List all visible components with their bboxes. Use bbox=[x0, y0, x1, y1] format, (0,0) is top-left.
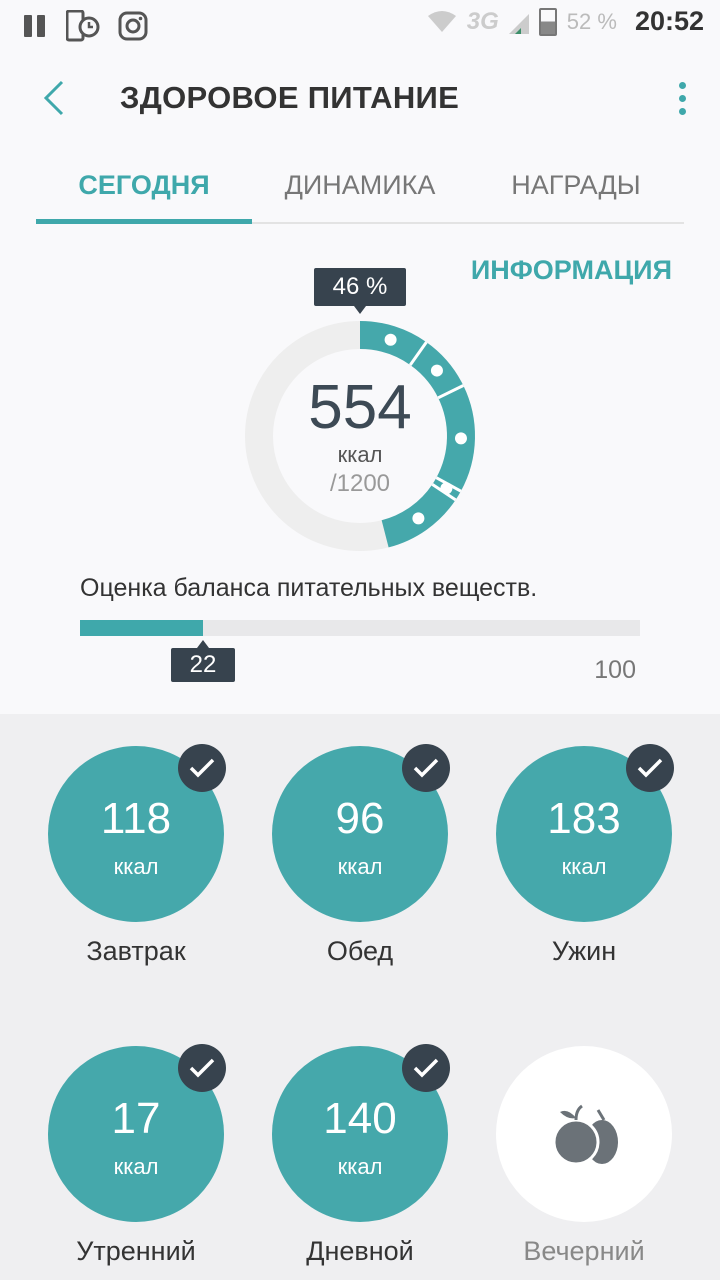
meal-circle[interactable]: 140 ккал bbox=[272, 1044, 450, 1222]
tab-bar: СЕГОДНЯ ДИНАМИКА НАГРАДЫ bbox=[36, 150, 684, 224]
calories-goal: /1200 bbox=[329, 470, 391, 497]
meal-unit: ккал bbox=[113, 1154, 159, 1179]
meal-name: Ужин bbox=[551, 936, 617, 966]
meal-kcal: 183 bbox=[547, 794, 621, 843]
tab-dynamics[interactable]: ДИНАМИКА bbox=[252, 150, 468, 222]
meals-grid: 118 ккал Завтрак 96 ккал Обед 183 ккал У… bbox=[0, 714, 720, 1280]
meal-name: Утренний bbox=[76, 1236, 196, 1266]
meal-circle[interactable]: 118 ккал bbox=[48, 744, 226, 922]
meal-breakfast[interactable]: 118 ккал Завтрак bbox=[24, 744, 248, 967]
meal-dinner[interactable]: 183 ккал Ужин bbox=[472, 744, 696, 967]
balance-max: 100 bbox=[594, 656, 636, 684]
instagram-icon bbox=[118, 11, 148, 41]
meal-morning-snack[interactable]: 17 ккал Утренний bbox=[24, 1044, 248, 1267]
status-bar: 3G 52 % 20:52 bbox=[0, 0, 720, 52]
phone-clock-icon bbox=[66, 10, 100, 42]
meal-name: Обед bbox=[326, 936, 394, 966]
check-icon bbox=[402, 1044, 450, 1092]
meal-circle[interactable]: 96 ккал bbox=[272, 744, 450, 922]
tab-awards[interactable]: НАГРАДЫ bbox=[468, 150, 684, 222]
meal-kcal: 118 bbox=[100, 794, 172, 843]
meal-evening-snack[interactable]: Вечерний bbox=[472, 1046, 696, 1267]
meal-kcal: 17 bbox=[111, 1094, 161, 1143]
meal-unit: ккал bbox=[337, 1154, 383, 1179]
meal-kcal: 140 bbox=[323, 1094, 397, 1143]
page-title: ЗДОРОВОЕ ПИТАНИЕ bbox=[120, 80, 460, 115]
tab-today[interactable]: СЕГОДНЯ bbox=[36, 150, 252, 224]
calories-value: 554 bbox=[308, 373, 412, 442]
balance-score-tooltip: 22 bbox=[171, 640, 235, 682]
meal-name: Вечерний bbox=[523, 1236, 645, 1266]
meal-circle[interactable] bbox=[496, 1046, 672, 1222]
chevron-left-icon bbox=[43, 80, 64, 116]
back-button[interactable] bbox=[28, 72, 80, 124]
meal-unit: ккал bbox=[337, 854, 383, 879]
calories-unit: ккал bbox=[337, 442, 383, 467]
meal-unit: ккал bbox=[113, 854, 159, 879]
check-icon bbox=[178, 744, 226, 792]
fruit-icon bbox=[552, 1104, 618, 1166]
meal-circle[interactable]: 183 ккал bbox=[496, 744, 674, 922]
check-icon bbox=[626, 744, 674, 792]
pause-icon bbox=[24, 15, 48, 37]
clock: 20:52 bbox=[634, 6, 704, 36]
signal-icon bbox=[508, 13, 529, 34]
percent-tooltip: 46 % bbox=[314, 268, 406, 314]
more-options-button[interactable] bbox=[666, 74, 698, 122]
meal-lunch[interactable]: 96 ккал Обед bbox=[248, 744, 472, 967]
meal-name: Дневной bbox=[306, 1236, 414, 1266]
more-vert-icon bbox=[678, 81, 686, 89]
meal-name: Завтрак bbox=[86, 936, 186, 966]
battery-icon bbox=[538, 7, 557, 36]
meal-unit: ккал bbox=[561, 854, 607, 879]
check-icon bbox=[178, 1044, 226, 1092]
battery-level: 52 % bbox=[566, 8, 617, 34]
network-type: 3G bbox=[466, 7, 499, 35]
meal-circle[interactable]: 17 ккал bbox=[48, 1044, 226, 1222]
app-bar: ЗДОРОВОЕ ПИТАНИЕ bbox=[0, 52, 720, 144]
check-icon bbox=[402, 744, 450, 792]
meal-afternoon-snack[interactable]: 140 ккал Дневной bbox=[248, 1044, 472, 1267]
calorie-donut: 554 ккал /1200 bbox=[244, 320, 476, 552]
balance-progress-fill bbox=[80, 620, 204, 636]
balance-progress-bar bbox=[80, 620, 640, 636]
info-link[interactable]: ИНФОРМАЦИЯ bbox=[471, 255, 672, 286]
meal-kcal: 96 bbox=[335, 794, 385, 843]
wifi-icon bbox=[427, 10, 456, 32]
balance-label: Оценка баланса питательных веществ. bbox=[80, 574, 538, 602]
